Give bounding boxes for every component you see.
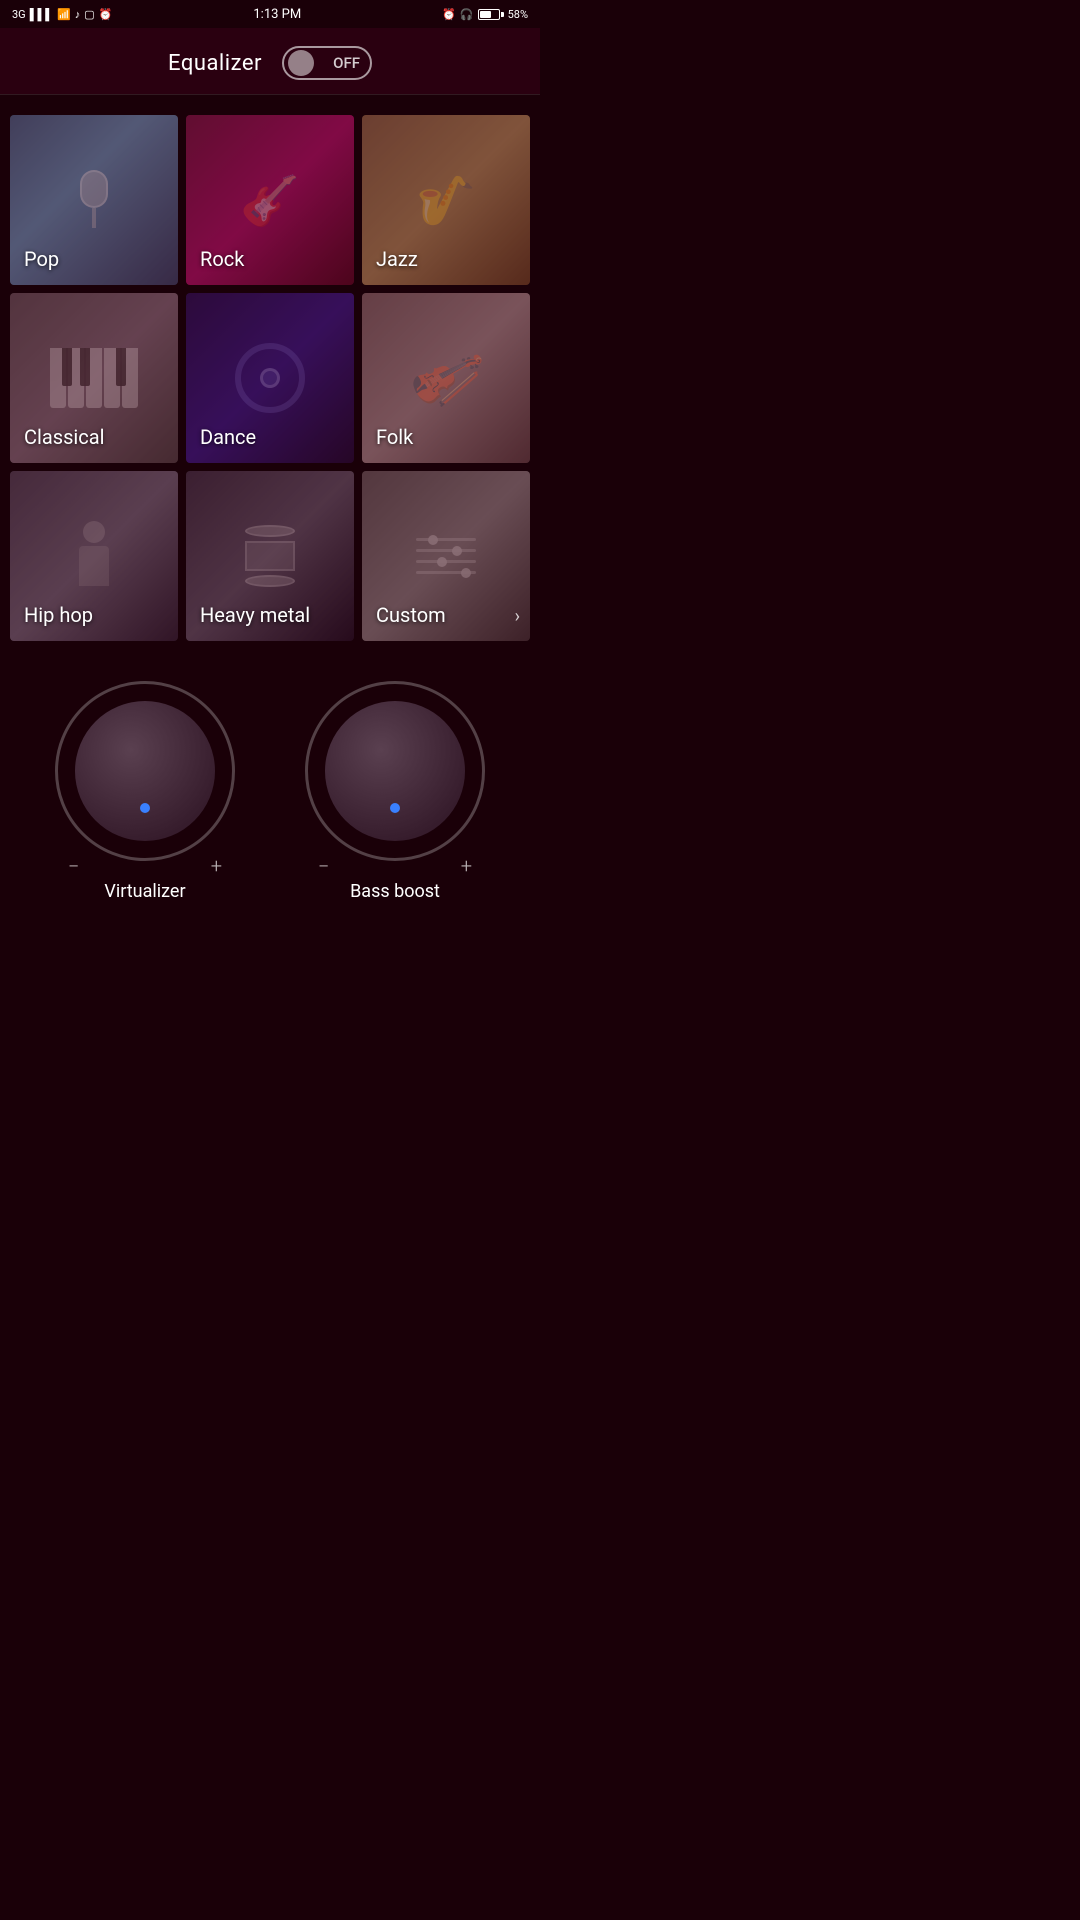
- genre-label-jazz: Jazz: [376, 247, 418, 271]
- bass-boost-knob-outer[interactable]: − +: [305, 681, 485, 861]
- equalizer-toggle[interactable]: OFF: [282, 46, 372, 80]
- virtualizer-plus-button[interactable]: +: [211, 854, 222, 878]
- genre-card-pop[interactable]: Pop: [10, 115, 178, 285]
- bass-boost-minus-button[interactable]: −: [318, 854, 329, 878]
- genre-card-heavymetal[interactable]: Heavy metal: [186, 471, 354, 641]
- virtualizer-knob-dot: [140, 803, 150, 813]
- genre-grid: Pop 🎸 Rock 🎷 Jazz: [0, 105, 540, 651]
- virtualizer-label: Virtualizer: [104, 881, 185, 902]
- bass-boost-control: − + Bass boost: [305, 681, 485, 902]
- header-divider: [0, 94, 540, 95]
- music-icon: ♪: [75, 8, 81, 21]
- genre-label-rock: Rock: [200, 247, 244, 271]
- genre-label-hiphop: Hip hop: [24, 603, 93, 627]
- genre-card-custom[interactable]: Custom ›: [362, 471, 530, 641]
- battery-body: [478, 9, 500, 20]
- battery-percent: 58%: [508, 8, 528, 21]
- network-indicator: 3G: [12, 8, 26, 21]
- genre-label-dance: Dance: [200, 425, 256, 449]
- virtualizer-minus-button[interactable]: −: [68, 854, 79, 878]
- signal-bars: ▌▌▌: [30, 8, 53, 21]
- page-title: Equalizer: [168, 51, 262, 76]
- status-left: 3G ▌▌▌ 📶 ♪ ▢ ⏰: [12, 8, 112, 21]
- custom-arrow-icon: ›: [515, 606, 520, 627]
- bass-boost-plus-button[interactable]: +: [461, 854, 472, 878]
- alarm-icon: ⏰: [442, 8, 456, 21]
- genre-label-pop: Pop: [24, 247, 59, 271]
- battery-fill: [480, 11, 492, 18]
- bass-boost-knob-inner: [325, 701, 465, 841]
- bass-boost-knob-dot: [390, 803, 400, 813]
- genre-card-rock[interactable]: 🎸 Rock: [186, 115, 354, 285]
- battery-tip: [501, 12, 504, 17]
- status-bar: 3G ▌▌▌ 📶 ♪ ▢ ⏰ 1:13 PM ⏰ 🎧 58%: [0, 0, 540, 28]
- genre-label-heavymetal: Heavy metal: [200, 603, 310, 627]
- genre-label-classical: Classical: [24, 425, 104, 449]
- status-right: ⏰ 🎧 58%: [442, 8, 528, 21]
- virtualizer-knob-inner: [75, 701, 215, 841]
- screenshot-icon: ▢: [84, 8, 94, 21]
- genre-label-folk: Folk: [376, 425, 413, 449]
- controls-section: − + Virtualizer − + Bass boost: [0, 651, 540, 942]
- wifi-icon: 📶: [57, 8, 71, 21]
- toggle-label: OFF: [333, 54, 360, 72]
- alarm-status-icon: ⏰: [99, 8, 113, 21]
- equalizer-header: Equalizer OFF: [0, 28, 540, 94]
- battery-icon: [478, 9, 504, 20]
- toggle-knob: [288, 50, 314, 76]
- headphones-icon: 🎧: [460, 8, 474, 21]
- genre-card-hiphop[interactable]: Hip hop: [10, 471, 178, 641]
- bass-boost-label: Bass boost: [350, 881, 440, 902]
- virtualizer-knob-outer[interactable]: − +: [55, 681, 235, 861]
- genre-card-classical[interactable]: Classical: [10, 293, 178, 463]
- genre-card-jazz[interactable]: 🎷 Jazz: [362, 115, 530, 285]
- genre-label-custom: Custom: [376, 603, 446, 627]
- genre-card-folk[interactable]: 🎻 Folk: [362, 293, 530, 463]
- genre-card-dance[interactable]: Dance: [186, 293, 354, 463]
- status-time: 1:13 PM: [253, 7, 301, 22]
- virtualizer-control: − + Virtualizer: [55, 681, 235, 902]
